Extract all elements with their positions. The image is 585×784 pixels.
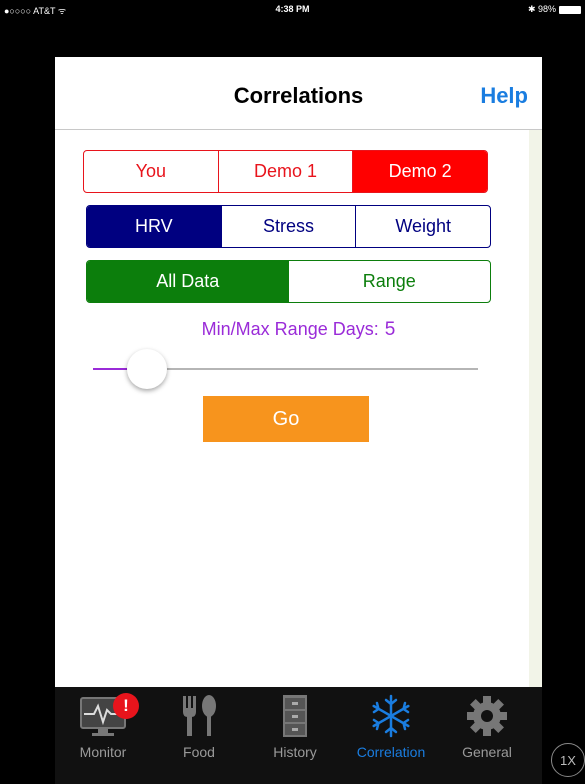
tab-label: General [462, 744, 512, 760]
zoom-button[interactable]: 1X [551, 743, 585, 777]
tab-label: Food [183, 744, 215, 760]
tab-bar: ! Monitor Food History Correlation Gener… [55, 687, 542, 784]
nav-bar: Correlations Help [55, 57, 542, 130]
alert-badge: ! [113, 693, 139, 719]
battery-label: ✱ 98% [527, 4, 556, 14]
range-days-label: Min/Max Range Days: [201, 319, 379, 339]
range-days-slider[interactable] [93, 349, 478, 389]
correlations-panel: Correlations Help You Demo 1 Demo 2 HRV … [55, 57, 542, 687]
tab-label: Monitor [79, 744, 127, 760]
segment-stress[interactable]: Stress [220, 206, 356, 247]
fork-spoon-icon [183, 695, 216, 736]
help-button[interactable]: Help [480, 83, 528, 109]
segment-demo-2[interactable]: Demo 2 [352, 151, 487, 192]
go-button[interactable]: Go [203, 396, 369, 442]
range-days-value: 5 [384, 319, 396, 340]
page-title: Correlations [233, 83, 364, 108]
gear-icon [467, 696, 507, 736]
segment-demo-1[interactable]: Demo 1 [217, 151, 353, 192]
range-days-row: Min/Max Range Days: 5 [55, 319, 542, 341]
file-cabinet-icon [283, 695, 307, 737]
tab-label: Correlation [356, 744, 426, 760]
metric-segmented-control: HRV Stress Weight [86, 205, 491, 248]
user-segmented-control: You Demo 1 Demo 2 [83, 150, 488, 193]
tab-label: History [273, 744, 317, 760]
tab-history[interactable]: History [247, 687, 343, 767]
battery-status: ✱ 98% [528, 4, 581, 15]
segment-all-data[interactable]: All Data [87, 261, 289, 302]
battery-icon [559, 5, 581, 14]
scroll-strip [529, 130, 542, 687]
status-bar: ●○○○○ AT&T ᯤ 4:38 PM ✱ 98% [0, 0, 585, 18]
segment-weight[interactable]: Weight [355, 206, 490, 247]
data-segmented-control: All Data Range [86, 260, 491, 303]
segment-you[interactable]: You [84, 151, 218, 192]
segment-range[interactable]: Range [289, 261, 491, 302]
status-time: 4:38 PM [275, 4, 310, 14]
tab-general[interactable]: General [439, 687, 535, 767]
slider-thumb[interactable] [127, 349, 167, 389]
tab-food[interactable]: Food [151, 687, 247, 767]
tab-monitor[interactable]: ! Monitor [55, 687, 151, 767]
snowflake-icon [372, 694, 410, 738]
segment-hrv[interactable]: HRV [87, 206, 221, 247]
tab-correlation[interactable]: Correlation [343, 687, 439, 767]
